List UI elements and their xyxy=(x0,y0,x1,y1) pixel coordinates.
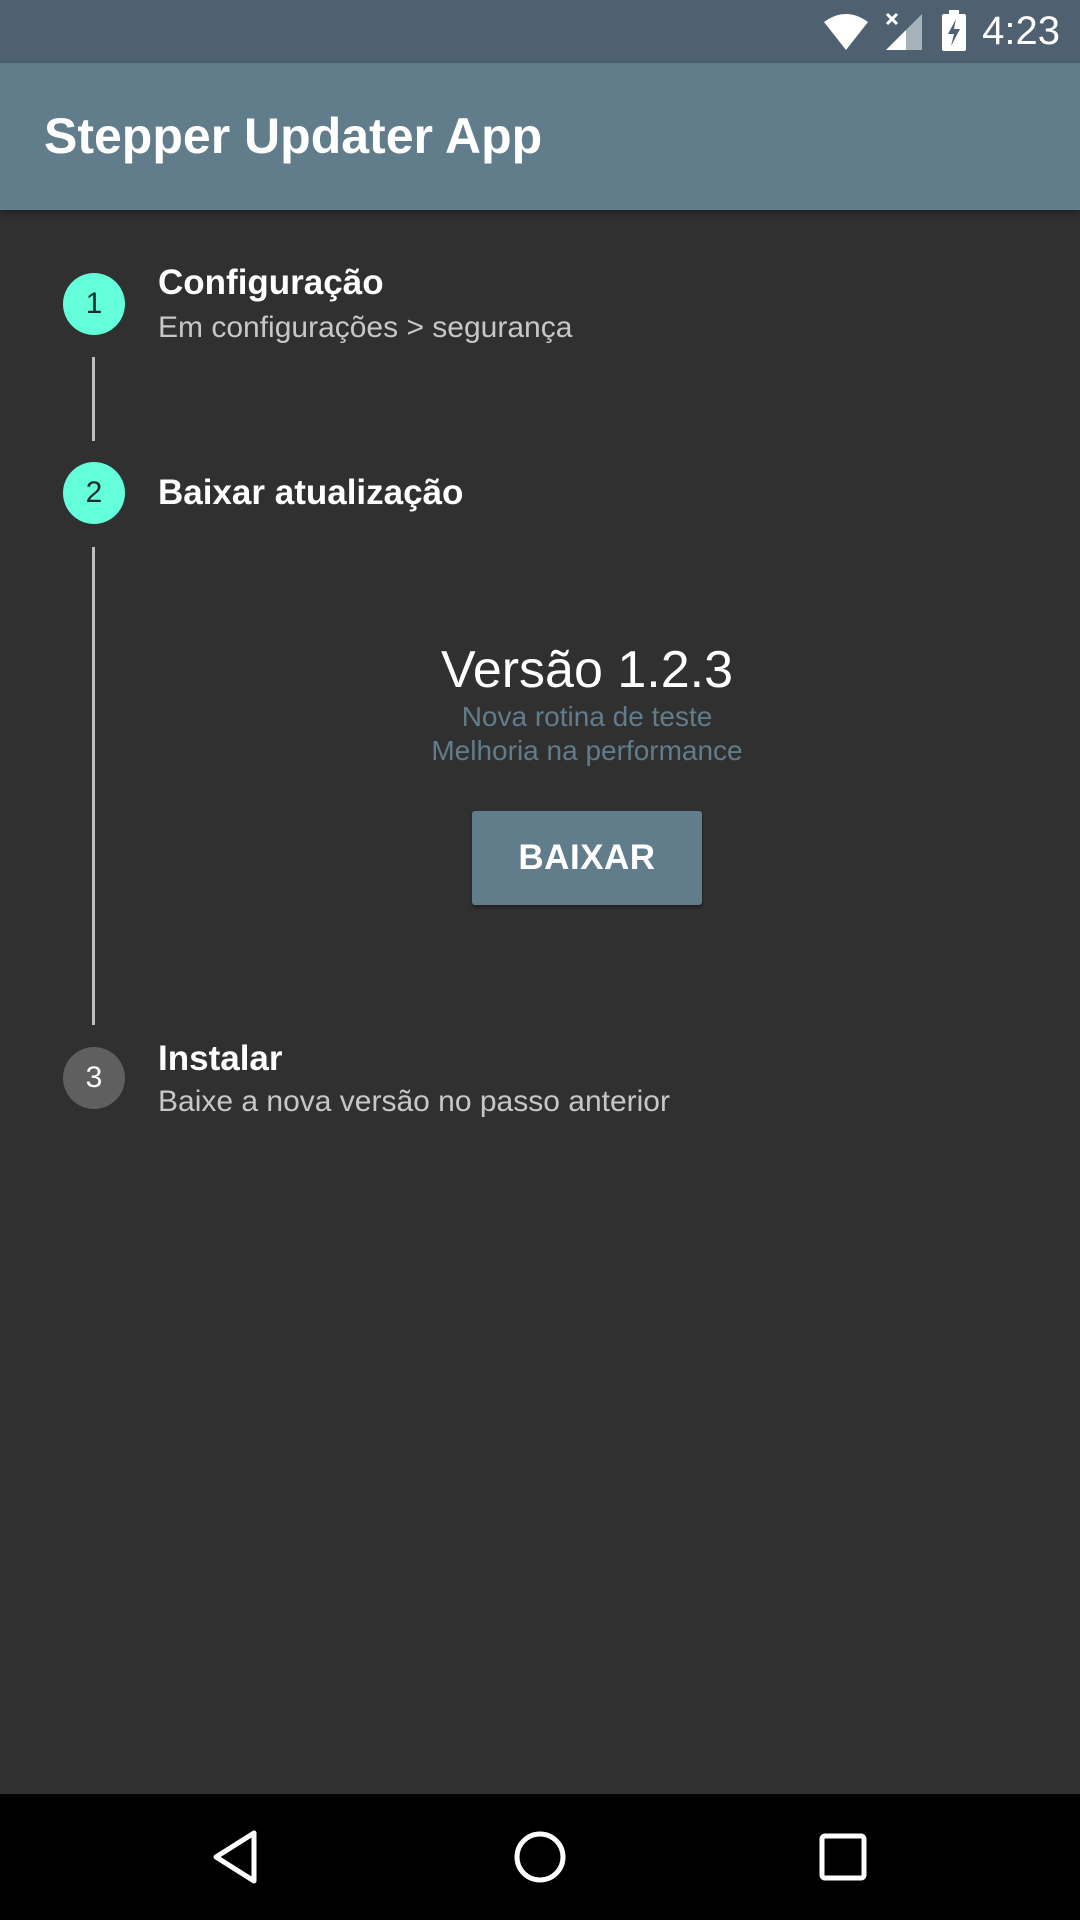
version-title: Versão 1.2.3 xyxy=(441,641,733,699)
download-button[interactable]: BAIXAR xyxy=(472,811,702,905)
step-3-circle[interactable]: 3 xyxy=(63,1047,125,1109)
battery-charging-icon xyxy=(940,10,968,57)
step-3-number: 3 xyxy=(85,1061,103,1094)
step-1-title[interactable]: Configuração xyxy=(158,263,384,303)
step-3-title[interactable]: Instalar xyxy=(158,1039,283,1079)
home-icon[interactable] xyxy=(506,1823,574,1891)
release-note-1: Nova rotina de teste xyxy=(461,701,713,732)
step-1-subtitle: Em configurações > segurança xyxy=(158,311,573,344)
status-time: 4:23 xyxy=(982,9,1060,53)
back-icon[interactable] xyxy=(202,1823,270,1891)
release-note-2: Melhoria na performance xyxy=(431,735,743,766)
step-3-subtitle: Baixe a nova versão no passo anterior xyxy=(158,1085,670,1118)
wifi-icon xyxy=(822,12,870,57)
recents-icon[interactable] xyxy=(809,1823,877,1891)
status-bar: 4:23 xyxy=(0,0,1080,63)
navigation-bar xyxy=(0,1794,1080,1920)
step-1-number: 1 xyxy=(85,287,103,320)
step-1-circle[interactable]: 1 xyxy=(63,273,125,335)
step-connector-1 xyxy=(92,357,95,441)
signal-icon xyxy=(884,12,924,57)
step-2-circle[interactable]: 2 xyxy=(63,462,125,524)
step-connector-2 xyxy=(92,547,95,1025)
step-2-number: 2 xyxy=(85,476,103,509)
app-title: Stepper Updater App xyxy=(44,108,543,164)
step-2-title[interactable]: Baixar atualização xyxy=(158,473,463,513)
app-bar: Stepper Updater App xyxy=(0,63,1080,210)
